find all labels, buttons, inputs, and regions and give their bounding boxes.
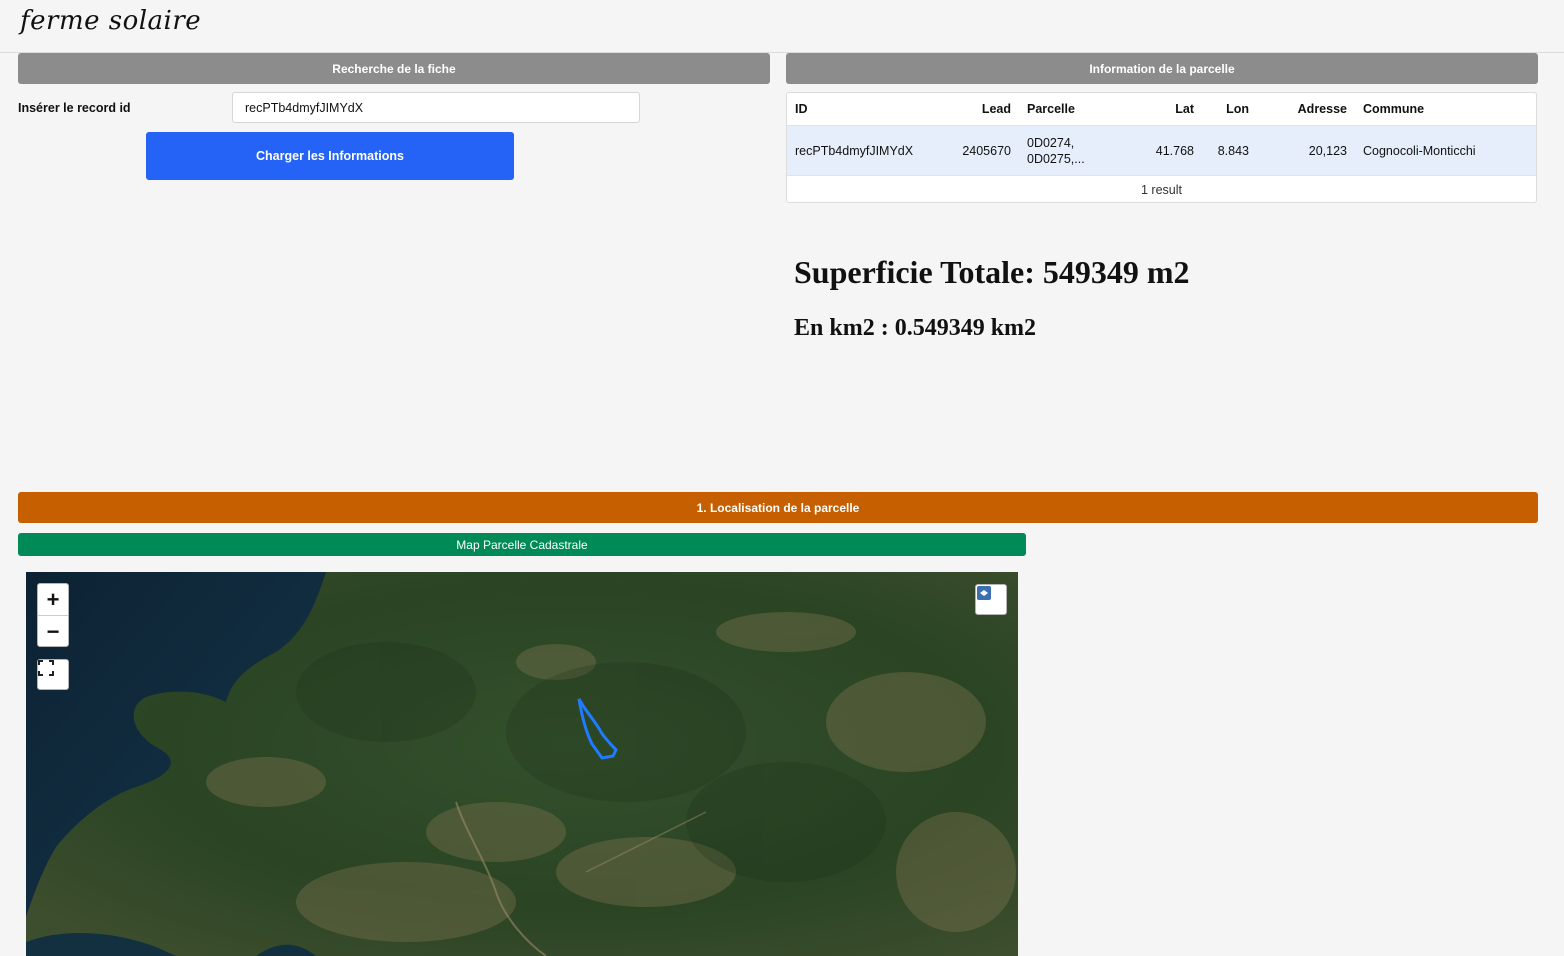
parcel-info-section-header: Information de la parcelle [786,53,1538,84]
cell-commune: Cognocoli-Monticchi [1363,143,1476,158]
cell-parcelle: 0D0274, 0D0275,... [1027,126,1085,175]
app-logo[interactable]: ferme solaire [20,6,201,36]
total-area-heading: Superficie Totale: 549349 m2 [794,254,1190,290]
column-header-commune[interactable]: Commune [1363,93,1424,125]
cell-lon: 8.843 [1217,143,1249,158]
map-parcelle-tab[interactable]: Map Parcelle Cadastrale [18,533,1026,556]
layers-icon [977,586,991,600]
column-header-lead[interactable]: Lead [937,93,1011,125]
load-information-button[interactable]: Charger les Informations [146,132,514,180]
column-header-lat[interactable]: Lat [1127,93,1194,125]
top-bar: ferme solaire [0,0,1564,53]
column-header-adresse[interactable]: Adresse [1257,93,1347,125]
area-km2-heading: En km2 : 0.549349 km2 [794,315,1037,341]
fullscreen-icon [38,660,54,676]
table-header-row: ID Lead Parcelle Lat Lon Adresse Commune [787,93,1536,126]
record-id-label: Insérer le record id [18,101,131,115]
table-row[interactable]: recPTb4dmyfJIMYdX 2405670 0D0274, 0D0275… [787,126,1536,176]
cell-parcelle-line-1: 0D0274, [1027,135,1075,150]
cell-lead: 2405670 [962,143,1011,158]
column-header-lon[interactable]: Lon [1197,93,1249,125]
cell-lat: 41.768 [1155,143,1194,158]
zoom-controls: + − [37,583,69,647]
zoom-in-button[interactable]: + [38,584,68,616]
column-header-parcelle[interactable]: Parcelle [1027,93,1075,125]
map-imagery[interactable] [26,572,1018,956]
cell-parcelle-line-2: 0D0275,... [1027,151,1085,166]
cell-id: recPTb4dmyfJIMYdX [795,143,914,158]
layers-button[interactable] [975,584,1007,615]
localisation-section-header: 1. Localisation de la parcelle [18,492,1538,523]
zoom-out-button[interactable]: − [38,616,68,647]
parcel-info-table: ID Lead Parcelle Lat Lon Adresse Commune… [786,92,1537,203]
record-id-input[interactable] [232,92,640,123]
fullscreen-button[interactable] [37,659,69,690]
table-result-count: 1 result [1141,182,1182,197]
cell-adresse: 20,123 [1308,143,1347,158]
column-header-id[interactable]: ID [795,93,808,125]
search-section-header: Recherche de la fiche [18,53,770,84]
satellite-map[interactable]: + − [26,572,1018,956]
